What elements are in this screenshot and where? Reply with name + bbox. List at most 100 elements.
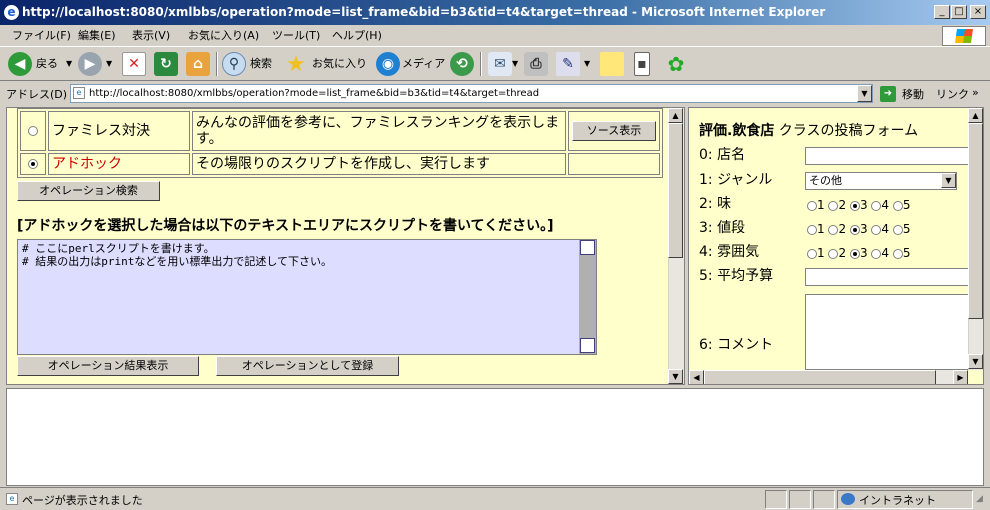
home-icon[interactable]: ⌂ bbox=[186, 52, 210, 76]
textarea-scroll-up[interactable] bbox=[580, 240, 595, 255]
taste-radio-5[interactable] bbox=[892, 200, 903, 211]
media-icon[interactable]: ◉ bbox=[376, 52, 400, 76]
toolbar: ◀ 戻る ▼ ▶ ▼ ✕ ↻ ⌂ ⚲ 検索 ★ お気に入り ◉ メディア ⟲ ✉… bbox=[0, 48, 990, 81]
operation-name: アドホック bbox=[48, 153, 190, 175]
go-button[interactable]: 移動 bbox=[902, 86, 924, 102]
forward-arrow-icon[interactable]: ▶ bbox=[78, 52, 102, 76]
budget-input[interactable] bbox=[805, 268, 983, 286]
close-button[interactable]: × bbox=[970, 5, 986, 19]
links-button[interactable]: リンク bbox=[936, 86, 969, 102]
back-label[interactable]: 戻る bbox=[36, 57, 58, 71]
search-label[interactable]: 検索 bbox=[250, 57, 272, 71]
atmosphere-radio-1[interactable] bbox=[807, 248, 817, 259]
operation-radio-famires[interactable] bbox=[28, 126, 38, 136]
windows-logo-icon bbox=[942, 26, 986, 46]
price-radio-group: 1 2 3 4 5 bbox=[807, 220, 911, 238]
comment-textarea[interactable] bbox=[805, 294, 983, 370]
price-radio-3[interactable] bbox=[849, 224, 860, 235]
right-scroll-down-icon[interactable]: ▼ bbox=[968, 354, 983, 369]
taste-radio-1[interactable] bbox=[807, 200, 817, 211]
address-dropdown-icon[interactable]: ▼ bbox=[857, 85, 872, 102]
menu-tools[interactable]: ツール(T) bbox=[268, 28, 324, 44]
register-operation-button[interactable]: オペレーションとして登録 bbox=[216, 356, 399, 376]
form-row: 0: 店名 bbox=[699, 147, 746, 163]
mail-dropdown-icon[interactable]: ▼ bbox=[512, 57, 518, 71]
price-radio-2[interactable] bbox=[828, 224, 839, 235]
go-arrow-icon[interactable]: ➜ bbox=[880, 86, 896, 102]
resize-grip-icon[interactable]: ◢ bbox=[976, 494, 983, 504]
form-row: 5: 平均予算 bbox=[699, 268, 774, 284]
atmosphere-radio-3[interactable] bbox=[849, 248, 860, 259]
right-scroll-thumb[interactable] bbox=[968, 123, 983, 319]
operations-table: ファミレス対決 みんなの評価を参考に、ファミレスランキングを表示します。 ソース… bbox=[17, 108, 663, 178]
links-chevron-icon[interactable]: » bbox=[972, 86, 979, 99]
operation-action-empty bbox=[568, 153, 660, 175]
taste-radio-3[interactable] bbox=[849, 200, 860, 211]
scroll-left-icon[interactable]: ◀ bbox=[689, 370, 704, 384]
price-radio-4[interactable] bbox=[871, 224, 882, 235]
source-view-button[interactable]: ソース表示 bbox=[572, 121, 656, 141]
script-textarea[interactable]: # ここにperlスクリプトを書けます。 # 結果の出力はprintなどを用い標準… bbox=[17, 239, 597, 355]
form-row: 4: 雰囲気 bbox=[699, 244, 760, 260]
operation-desc: その場限りのスクリプトを作成し、実行します bbox=[192, 153, 566, 175]
menu-bar: ファイル(F) 編集(E) 表示(V) お気に入り(A) ツール(T) ヘルプ(… bbox=[0, 25, 990, 47]
atmosphere-radio-4[interactable] bbox=[871, 248, 882, 259]
taste-radio-4[interactable] bbox=[871, 200, 882, 211]
textarea-scroll-down[interactable] bbox=[580, 338, 595, 353]
scroll-up-icon[interactable]: ▲ bbox=[668, 108, 683, 123]
operation-result-button[interactable]: オペレーション結果表示 bbox=[17, 356, 199, 376]
atmosphere-radio-5[interactable] bbox=[892, 248, 903, 259]
menu-file[interactable]: ファイル(F) bbox=[8, 28, 75, 44]
print-icon[interactable]: ⎙ bbox=[524, 52, 548, 76]
history-icon[interactable]: ⟲ bbox=[450, 52, 474, 76]
refresh-icon[interactable]: ↻ bbox=[154, 52, 178, 76]
menu-edit[interactable]: 編集(E) bbox=[74, 28, 120, 44]
back-arrow-icon[interactable]: ◀ bbox=[8, 52, 32, 76]
form-row: 2: 味 bbox=[699, 196, 732, 212]
right-scroll-up-icon[interactable]: ▲ bbox=[968, 108, 983, 123]
favorites-label[interactable]: お気に入り bbox=[312, 57, 367, 71]
operation-search-button[interactable]: オペレーション検索 bbox=[17, 181, 160, 201]
operation-name: ファミレス対決 bbox=[48, 111, 190, 151]
mail-icon[interactable]: ✉ bbox=[488, 52, 512, 76]
address-bar: アドレス(D) http://localhost:8080/xmlbbs/ope… bbox=[0, 82, 990, 104]
form-row: 1: ジャンル bbox=[699, 172, 773, 188]
search-icon[interactable]: ⚲ bbox=[222, 52, 246, 76]
discuss-icon[interactable] bbox=[600, 52, 624, 76]
address-label: アドレス(D) bbox=[6, 88, 68, 101]
operation-radio-adhoc[interactable] bbox=[28, 159, 38, 169]
right-hscroll-thumb[interactable] bbox=[704, 370, 936, 384]
address-input[interactable]: http://localhost:8080/xmlbbs/operation?m… bbox=[70, 84, 873, 103]
left-scroll-thumb[interactable] bbox=[668, 123, 683, 258]
menu-view[interactable]: 表示(V) bbox=[128, 28, 174, 44]
genre-dropdown-icon[interactable]: ▼ bbox=[941, 173, 956, 188]
menu-help[interactable]: ヘルプ(H) bbox=[328, 28, 386, 44]
favorites-star-icon[interactable]: ★ bbox=[284, 52, 308, 77]
taste-radio-2[interactable] bbox=[828, 200, 839, 211]
form-row: 3: 値段 bbox=[699, 220, 746, 236]
messenger-icon[interactable]: ▪ bbox=[634, 52, 650, 76]
price-radio-1[interactable] bbox=[807, 224, 817, 235]
icq-flower-icon[interactable]: ✿ bbox=[664, 52, 688, 76]
media-label[interactable]: メディア bbox=[402, 57, 445, 71]
shop-name-input[interactable] bbox=[805, 147, 983, 165]
edit-icon[interactable]: ✎ bbox=[556, 52, 580, 76]
form-title: 評価.飲食店 クラスの投稿フォーム bbox=[699, 123, 919, 139]
textarea-scrollbar[interactable] bbox=[579, 240, 596, 354]
minimize-button[interactable]: _ bbox=[934, 5, 950, 19]
back-dropdown-icon[interactable]: ▼ bbox=[66, 57, 72, 71]
operation-desc: みんなの評価を参考に、ファミレスランキングを表示します。 bbox=[192, 111, 566, 151]
stop-icon[interactable]: ✕ bbox=[122, 52, 146, 76]
scroll-right-icon[interactable]: ▶ bbox=[953, 370, 968, 384]
forward-dropdown-icon[interactable]: ▼ bbox=[106, 57, 112, 71]
taste-radio-group: 1 2 3 4 5 bbox=[807, 196, 911, 214]
genre-select[interactable]: その他 bbox=[805, 172, 957, 190]
maximize-button[interactable]: □ bbox=[951, 5, 967, 19]
scroll-down-icon[interactable]: ▼ bbox=[668, 369, 683, 384]
menu-favorites[interactable]: お気に入り(A) bbox=[184, 28, 263, 44]
atmosphere-radio-2[interactable] bbox=[828, 248, 839, 259]
status-bar: e ページが表示されました イントラネット ◢ bbox=[0, 487, 990, 510]
edit-dropdown-icon[interactable]: ▼ bbox=[584, 57, 590, 71]
price-radio-5[interactable] bbox=[892, 224, 903, 235]
table-row: ファミレス対決 みんなの評価を参考に、ファミレスランキングを表示します。 ソース… bbox=[20, 111, 660, 151]
